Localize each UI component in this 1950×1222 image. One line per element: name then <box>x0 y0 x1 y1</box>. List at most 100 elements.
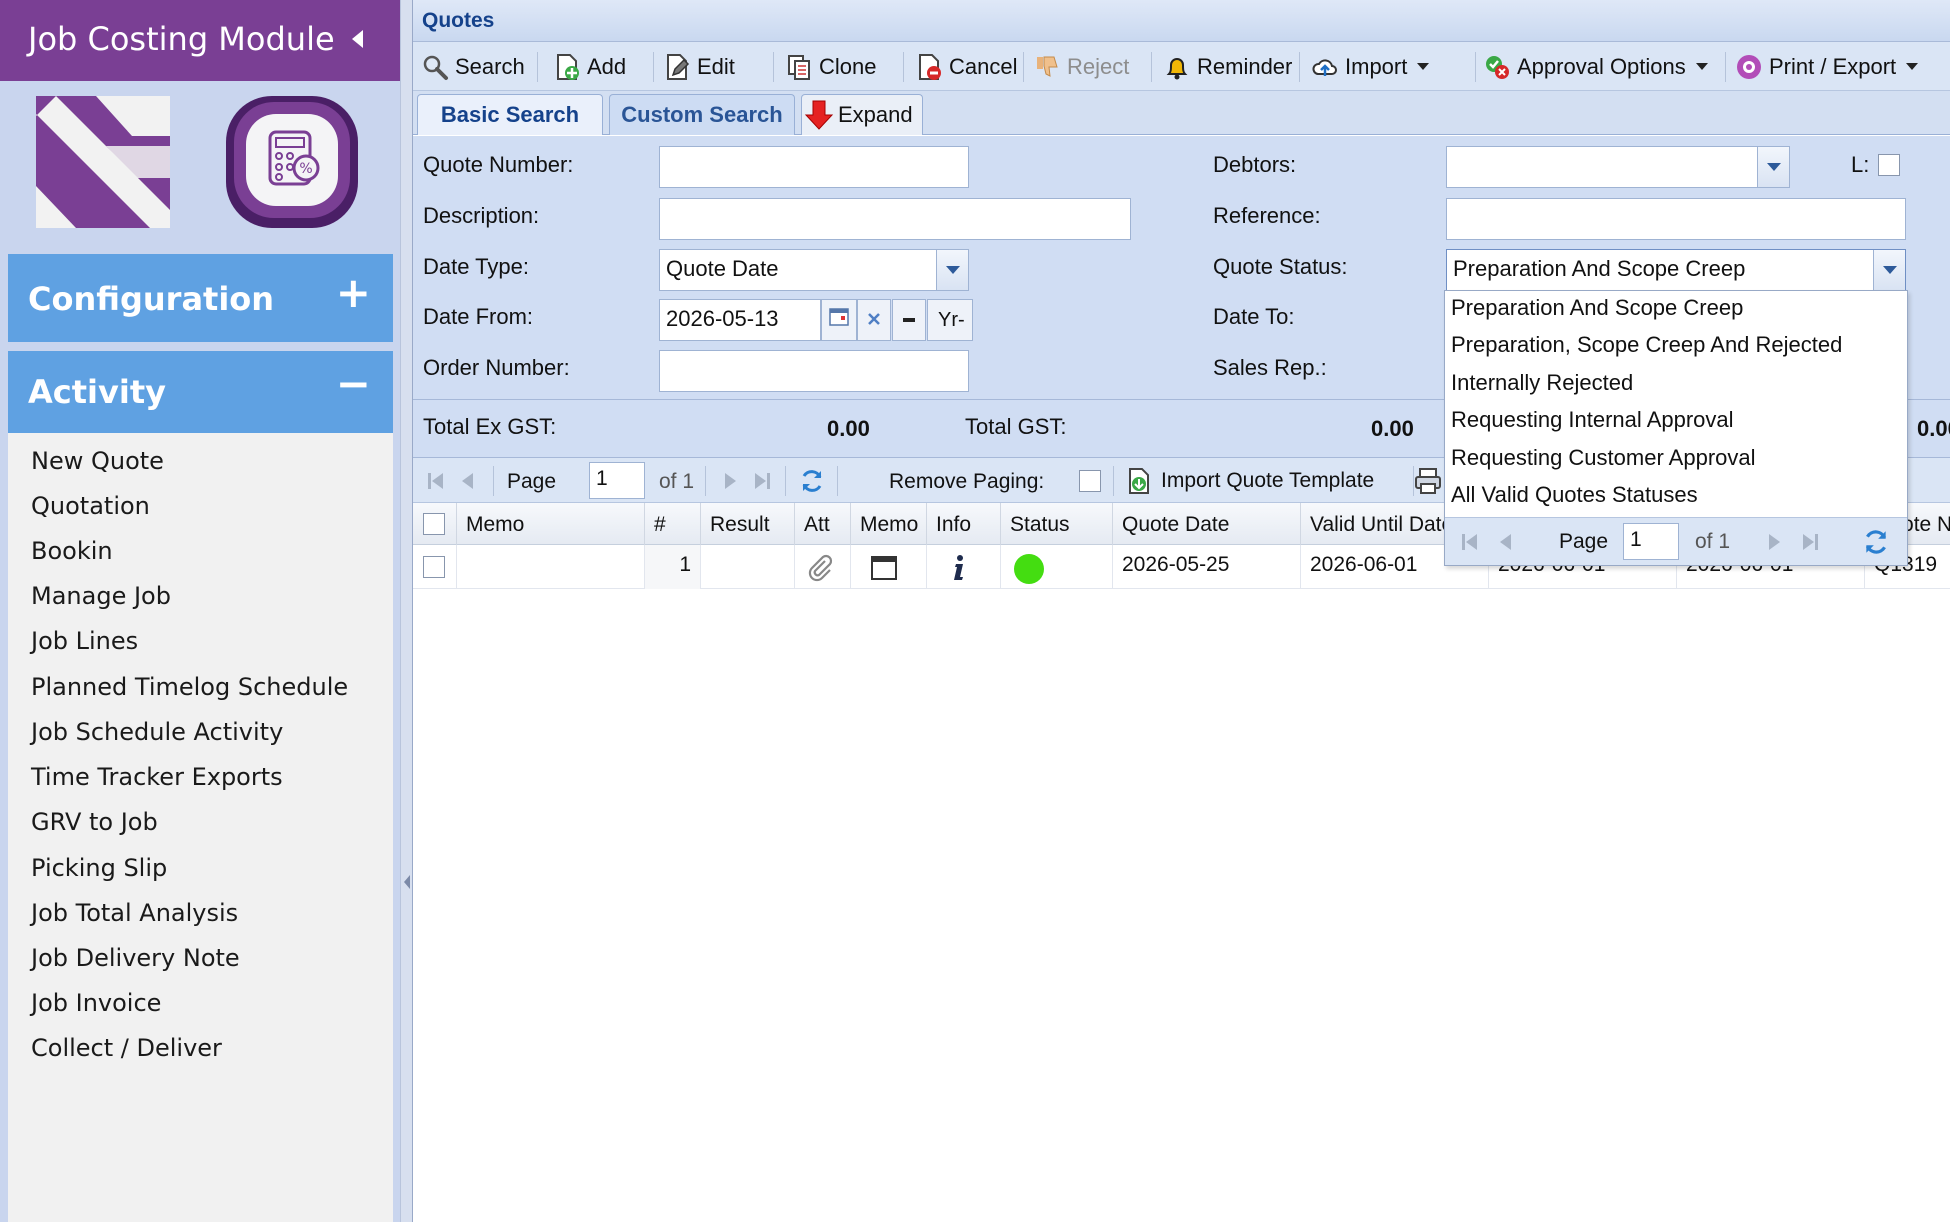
column-header-status[interactable]: Status <box>1001 503 1113 545</box>
description-input[interactable] <box>659 198 1131 240</box>
column-header-att[interactable]: Att <box>795 503 851 545</box>
sidebar-item-job-delivery-note[interactable]: Job Delivery Note <box>31 944 240 972</box>
sidebar-item-collect-deliver[interactable]: Collect / Deliver <box>31 1034 222 1062</box>
status-option[interactable]: Preparation, Scope Creep And Rejected <box>1451 332 1842 358</box>
sidebar-item-job-invoice[interactable]: Job Invoice <box>31 989 161 1017</box>
chevron-down-icon[interactable] <box>1873 250 1905 290</box>
next-page-icon[interactable] <box>719 470 741 492</box>
next-page-icon[interactable] <box>1763 531 1785 553</box>
collapse-minus-icon[interactable]: − <box>336 363 371 405</box>
clear-date-button[interactable] <box>857 299 891 341</box>
print-export-icon <box>1737 54 1761 79</box>
column-header-quote-date[interactable]: Quote Date <box>1113 503 1301 545</box>
expand-button[interactable]: Expand <box>801 94 923 135</box>
remove-paging-checkbox[interactable] <box>1079 470 1101 492</box>
printer-icon[interactable] <box>1413 466 1443 496</box>
edit-button-label: Edit <box>697 53 735 79</box>
last-page-icon[interactable] <box>751 470 773 492</box>
calendar-picker-button[interactable] <box>821 299 857 341</box>
section-configuration[interactable]: Configuration + <box>8 254 393 342</box>
tab-custom-search[interactable]: Custom Search <box>609 94 795 135</box>
cancel-button[interactable]: Cancel <box>915 42 1017 91</box>
toolbar-divider <box>653 52 654 82</box>
sidebar-splitter[interactable] <box>400 0 412 1222</box>
clone-button[interactable]: Clone <box>785 42 876 91</box>
row-checkbox[interactable] <box>423 556 445 578</box>
column-header-memo-icon[interactable]: Memo <box>851 503 927 545</box>
row-select-cell <box>413 545 457 589</box>
dropdown-page-input[interactable]: 1 <box>1623 523 1679 560</box>
select-all-checkbox[interactable] <box>423 513 445 535</box>
add-button[interactable]: Add <box>553 42 626 91</box>
first-page-icon[interactable] <box>1459 531 1481 553</box>
page-number-input[interactable]: 1 <box>589 462 645 499</box>
reject-button[interactable]: Reject <box>1033 42 1129 91</box>
quote-status-select[interactable]: Preparation And Scope Creep <box>1446 249 1906 291</box>
sidebar-item-manage-job[interactable]: Manage Job <box>31 582 171 610</box>
sidebar-item-job-total-analysis[interactable]: Job Total Analysis <box>31 899 238 927</box>
sidebar-item-time-tracker-exports[interactable]: Time Tracker Exports <box>31 763 283 791</box>
cell-attachment[interactable] <box>795 545 851 589</box>
refresh-icon[interactable] <box>798 467 826 495</box>
column-header-info[interactable]: Info <box>927 503 1001 545</box>
chevron-down-icon[interactable] <box>936 250 968 290</box>
expand-plus-icon[interactable]: + <box>336 272 371 314</box>
first-page-icon[interactable] <box>425 470 447 492</box>
column-header-result[interactable]: Result <box>701 503 795 545</box>
total-gst-label: Total GST: <box>965 414 1067 439</box>
sidebar-item-picking-slip[interactable]: Picking Slip <box>31 854 167 882</box>
toolbar-divider <box>903 52 904 82</box>
sidebar-item-job-schedule-activity[interactable]: Job Schedule Activity <box>31 718 283 746</box>
approval-options-button[interactable]: Approval Options <box>1483 42 1708 91</box>
add-document-icon <box>557 53 579 80</box>
toolbar-divider <box>537 52 538 82</box>
cell-result <box>701 545 795 589</box>
cell-quote-date: 2026-05-25 <box>1113 545 1301 589</box>
clone-button-label: Clone <box>819 53 877 79</box>
l-checkbox[interactable] <box>1878 154 1900 176</box>
collapse-sidebar-icon[interactable] <box>352 30 363 48</box>
debtors-label: Debtors: <box>1213 152 1297 177</box>
refresh-icon[interactable] <box>1861 527 1891 557</box>
date-from-input[interactable]: 2026-05-13 <box>659 299 821 341</box>
import-quote-template-button[interactable]: Import Quote Template <box>1125 458 1374 503</box>
status-option[interactable]: Preparation And Scope Creep <box>1451 295 1743 321</box>
sidebar-item-planned-timelog[interactable]: Planned Timelog Schedule <box>31 673 348 701</box>
previous-page-icon[interactable] <box>1495 531 1517 553</box>
column-header-memo[interactable]: Memo <box>457 503 645 545</box>
date-minus-button[interactable] <box>892 299 926 341</box>
print-export-button[interactable]: Print / Export <box>1735 42 1919 91</box>
status-option[interactable]: Requesting Customer Approval <box>1451 445 1756 471</box>
section-activity[interactable]: Activity − <box>8 351 393 433</box>
sidebar-item-quotation[interactable]: Quotation <box>31 492 150 520</box>
remove-paging-label: Remove Paging: <box>889 470 1045 493</box>
date-type-select[interactable]: Quote Date <box>659 249 969 291</box>
tab-basic-search[interactable]: Basic Search <box>417 94 603 135</box>
sidebar-item-job-lines[interactable]: Job Lines <box>31 627 138 655</box>
chevron-down-icon[interactable] <box>1757 147 1789 187</box>
splitter-arrow-icon[interactable] <box>404 875 410 889</box>
status-option[interactable]: Internally Rejected <box>1451 370 1633 396</box>
cell-memo-icon[interactable] <box>851 545 927 589</box>
last-page-icon[interactable] <box>1799 531 1821 553</box>
debtors-select[interactable] <box>1446 146 1790 188</box>
sidebar-item-bookin[interactable]: Bookin <box>31 537 113 565</box>
search-button[interactable]: Search <box>421 42 525 91</box>
import-quote-template-label: Import Quote Template <box>1161 468 1375 492</box>
import-button[interactable]: Import <box>1311 42 1430 91</box>
pager-divider <box>1113 466 1114 496</box>
print-export-button-label: Print / Export <box>1769 53 1897 79</box>
reference-input[interactable] <box>1446 198 1906 240</box>
status-option[interactable]: All Valid Quotes Statuses <box>1451 482 1698 508</box>
sidebar-item-grv-to-job[interactable]: GRV to Job <box>31 808 158 836</box>
reminder-button[interactable]: Reminder <box>1163 42 1292 91</box>
quote-number-input[interactable] <box>659 146 969 188</box>
edit-button[interactable]: Edit <box>663 42 735 91</box>
order-number-input[interactable] <box>659 350 969 392</box>
year-back-button[interactable]: Yr- <box>927 299 973 341</box>
column-header-number[interactable]: # <box>645 503 701 545</box>
sidebar-item-new-quote[interactable]: New Quote <box>31 447 164 475</box>
status-option[interactable]: Requesting Internal Approval <box>1451 407 1734 433</box>
cell-info[interactable] <box>927 545 1001 589</box>
previous-page-icon[interactable] <box>457 470 479 492</box>
